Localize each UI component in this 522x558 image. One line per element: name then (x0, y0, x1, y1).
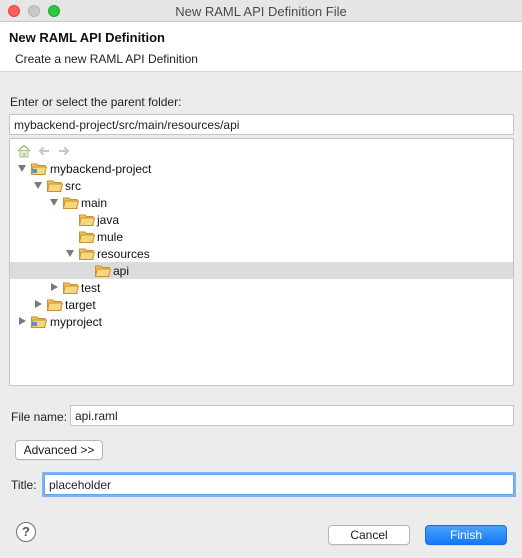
tree-row[interactable]: main (10, 194, 513, 211)
tree-row[interactable]: test (10, 279, 513, 296)
expand-toggle-icon[interactable] (50, 198, 59, 207)
tree-row[interactable]: target (10, 296, 513, 313)
tree-row[interactable]: mybackend-project (10, 160, 513, 177)
expand-toggle-icon[interactable] (50, 283, 59, 292)
tree-row-label: mule (97, 230, 124, 244)
folder-icon (79, 231, 95, 243)
tree-row[interactable]: resources (10, 245, 513, 262)
wizard-header: New RAML API Definition Create a new RAM… (0, 22, 522, 72)
folder-open-icon (79, 248, 95, 260)
tree-row-label: resources (97, 247, 150, 261)
tree-row-label: myproject (50, 315, 103, 329)
title-label: Title: (11, 478, 37, 492)
page-title: New RAML API Definition (9, 30, 165, 45)
expand-toggle-icon[interactable] (18, 164, 27, 173)
parent-folder-input[interactable]: mybackend-project/src/main/resources/api (9, 114, 514, 135)
tree-row-label: api (113, 264, 130, 278)
tree-row-label: java (97, 213, 120, 227)
folder-tree[interactable]: mybackend-project src main java mule res… (9, 138, 514, 386)
project-folder-icon (31, 316, 47, 328)
project-folder-icon (31, 163, 47, 175)
page-description: Create a new RAML API Definition (15, 52, 198, 66)
help-button[interactable]: ? (16, 522, 36, 542)
tree-row-label: target (65, 298, 96, 312)
folder-icon (47, 299, 63, 311)
folder-open-icon (47, 180, 63, 192)
file-name-label: File name: (11, 410, 68, 424)
tree-row[interactable]: mule (10, 228, 513, 245)
folder-icon (79, 214, 95, 226)
expand-toggle-icon[interactable] (66, 249, 75, 258)
tree-row-label: main (81, 196, 108, 210)
folder-open-icon (63, 197, 79, 209)
forward-arrow-icon[interactable] (56, 143, 72, 159)
window-title: New RAML API Definition File (175, 4, 347, 19)
file-name-input[interactable]: api.raml (70, 405, 514, 426)
expand-toggle-icon[interactable] (34, 181, 43, 190)
tree-row-label: src (65, 179, 81, 193)
tree-row-label: test (81, 281, 101, 295)
finish-button[interactable]: Finish (425, 525, 507, 545)
title-input[interactable]: placeholder (44, 474, 514, 495)
window-titlebar: New RAML API Definition File (0, 0, 522, 22)
folder-icon (63, 282, 79, 294)
folder-icon (95, 265, 111, 277)
tree-row[interactable]: src (10, 177, 513, 194)
expand-toggle-icon[interactable] (34, 300, 43, 309)
cancel-button[interactable]: Cancel (328, 525, 410, 545)
tree-row[interactable]: myproject (10, 313, 513, 330)
advanced-button[interactable]: Advanced >> (15, 440, 103, 460)
expand-toggle-icon[interactable] (18, 317, 27, 326)
tree-row-label: mybackend-project (50, 162, 152, 176)
tree-row[interactable]: java (10, 211, 513, 228)
parent-folder-label: Enter or select the parent folder: (10, 95, 182, 109)
home-icon[interactable] (16, 143, 32, 159)
back-arrow-icon[interactable] (36, 143, 52, 159)
tree-row-selected[interactable]: api (10, 262, 513, 279)
